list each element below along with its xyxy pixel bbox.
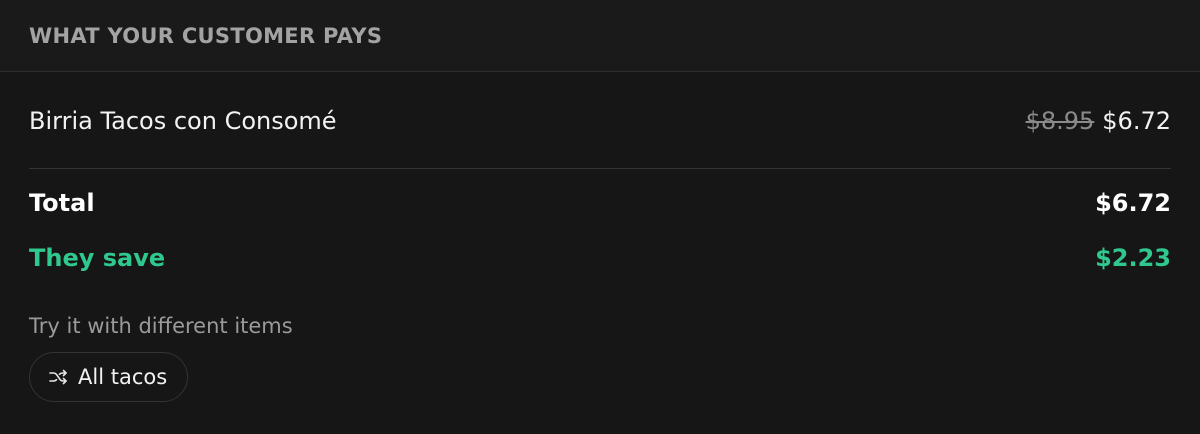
all-tacos-chip-button[interactable]: All tacos (29, 352, 189, 402)
header-title: WHAT YOUR CUSTOMER PAYS (29, 23, 383, 48)
total-value: $6.72 (1095, 189, 1171, 217)
savings-row: They save $2.23 (29, 243, 1171, 273)
total-label: Total (29, 189, 95, 217)
customer-pays-card: WHAT YOUR CUSTOMER PAYS Birria Tacos con… (0, 0, 1200, 434)
card-header: WHAT YOUR CUSTOMER PAYS (0, 0, 1200, 72)
original-price: $8.95 (1025, 107, 1095, 135)
savings-label: They save (29, 244, 166, 272)
shuffle-icon (48, 367, 68, 387)
line-item-row: Birria Tacos con Consomé $8.95 $6.72 (29, 72, 1171, 169)
total-row: Total $6.72 (29, 188, 1171, 218)
savings-value: $2.23 (1095, 244, 1171, 272)
chip-label: All tacos (78, 365, 168, 389)
card-body: Birria Tacos con Consomé $8.95 $6.72 Tot… (0, 72, 1200, 402)
item-name: Birria Tacos con Consomé (29, 107, 337, 135)
item-prices: $8.95 $6.72 (1026, 107, 1171, 135)
discounted-price: $6.72 (1102, 107, 1171, 135)
try-items-hint: Try it with different items (29, 314, 293, 338)
